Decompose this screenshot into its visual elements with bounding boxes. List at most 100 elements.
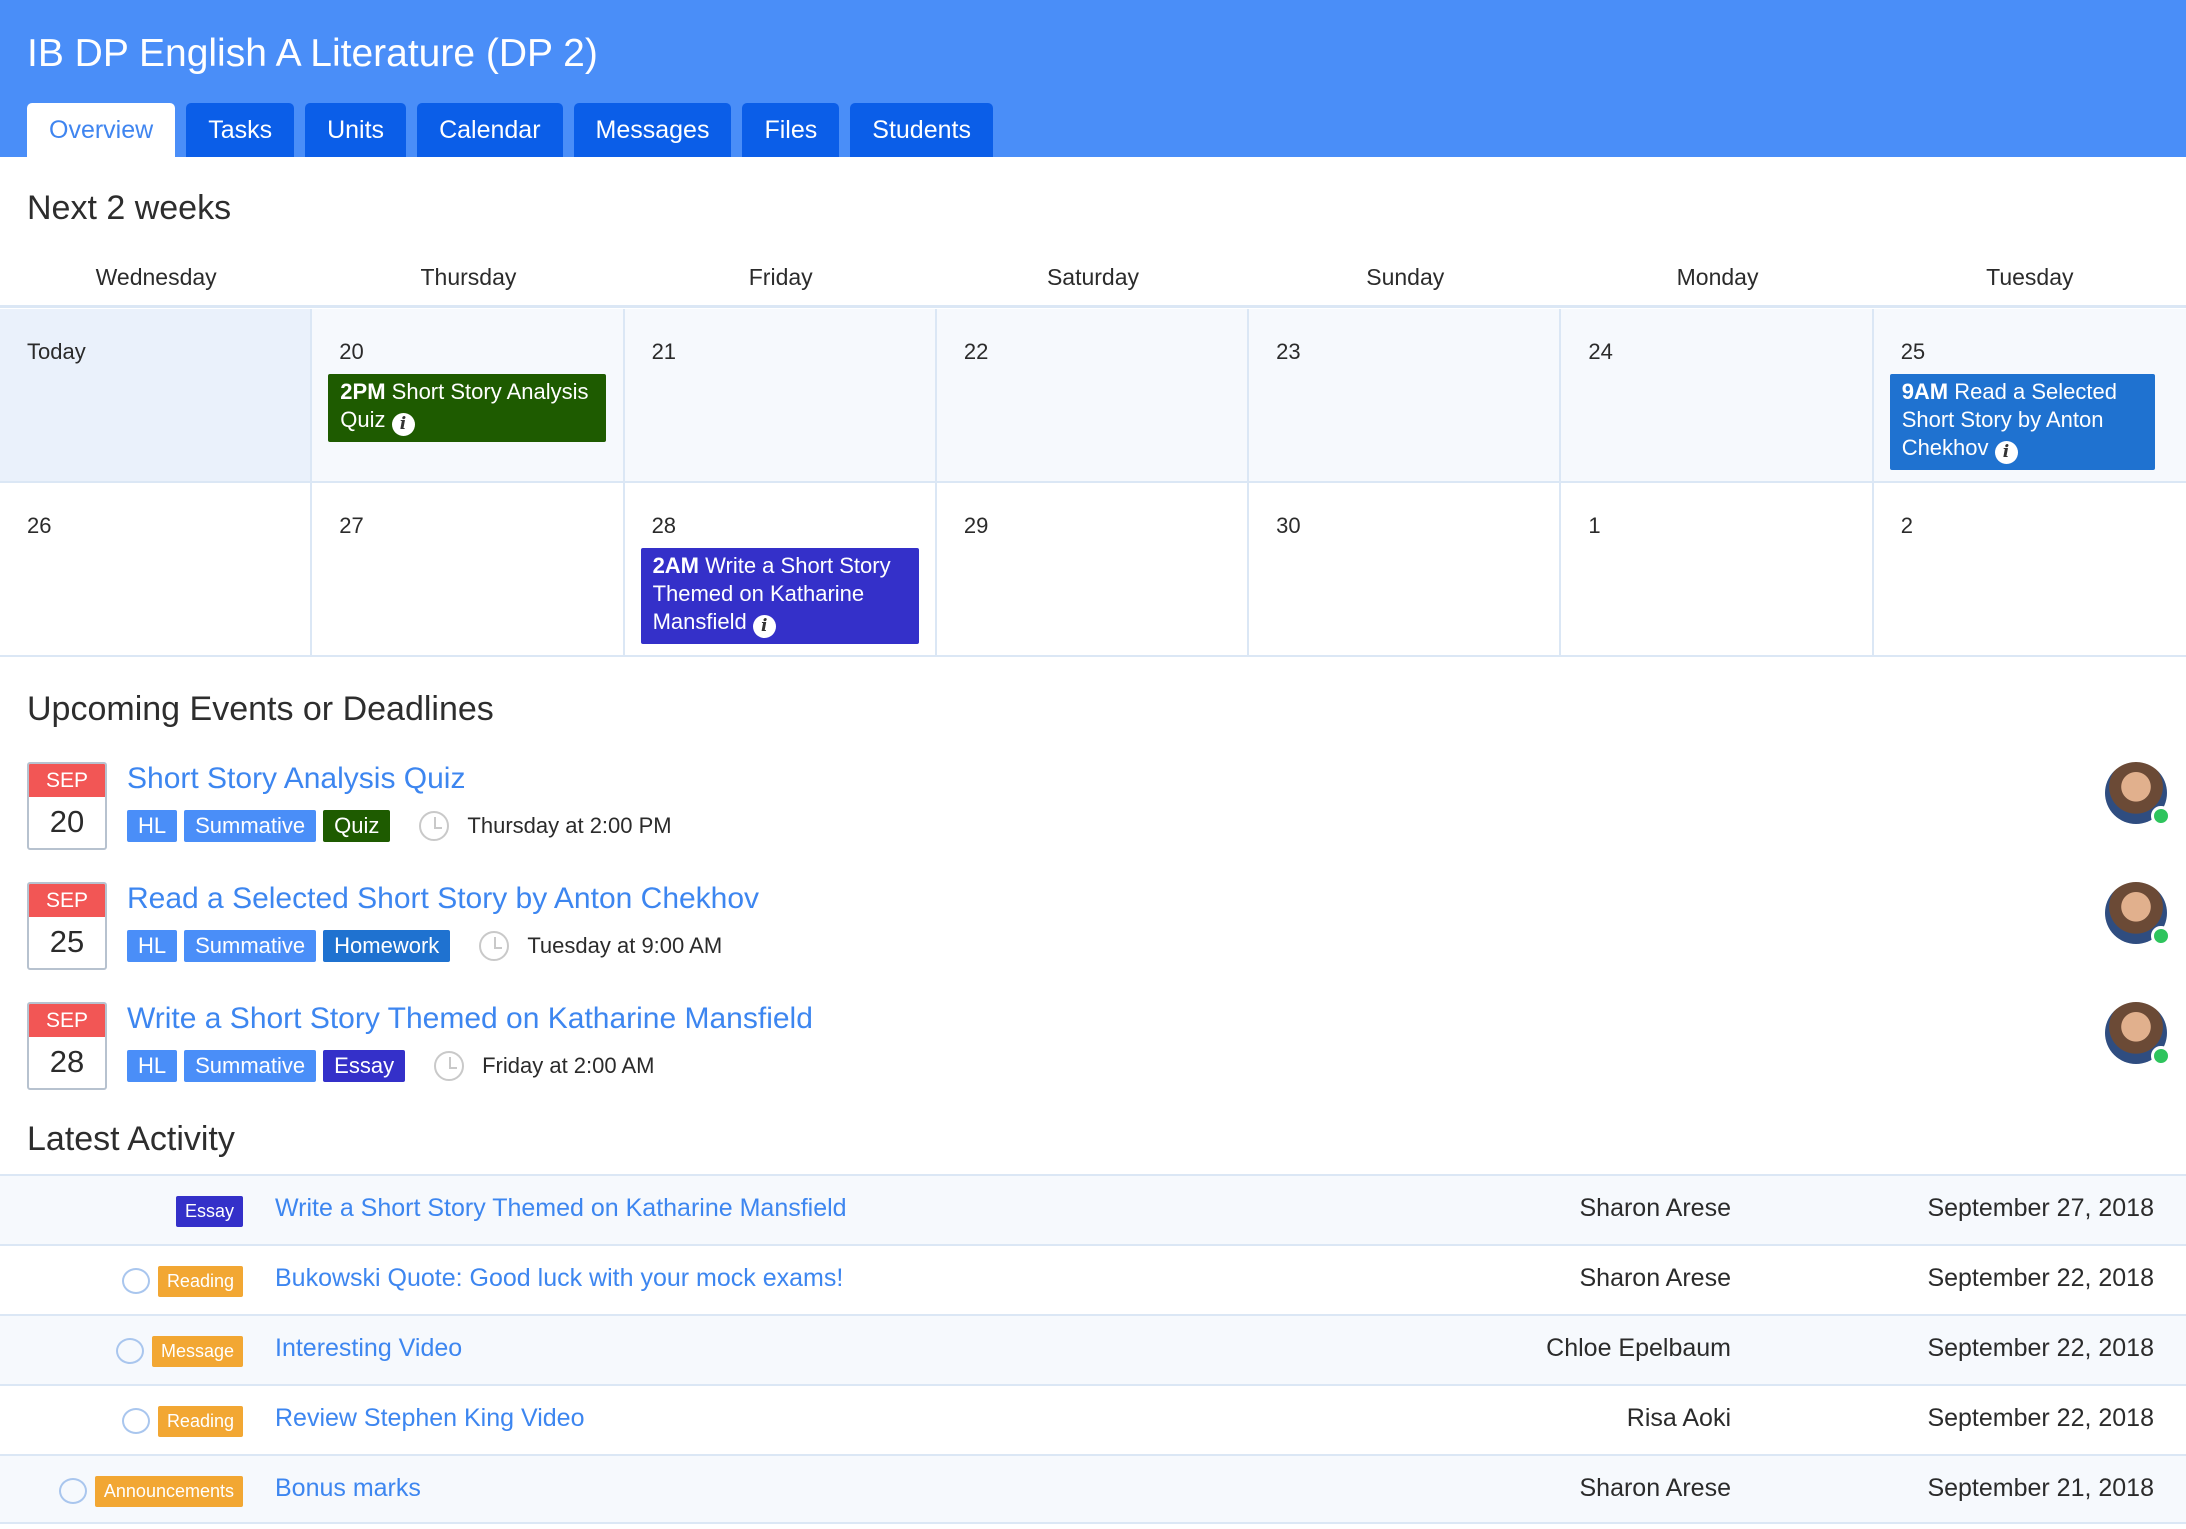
activity-title-link[interactable]: Bukowski Quote: Good luck with your mock… (275, 1264, 843, 1293)
activity-row: Reading Review Stephen King Video Risa A… (0, 1384, 2186, 1454)
weekday-label: Saturday (1046, 264, 1140, 290)
tag-summative: Summative (184, 1050, 317, 1082)
activity-badge: Reading (157, 1405, 243, 1437)
activity-author: Risa Aoki (1626, 1404, 1731, 1432)
activity-list: Essay Write a Short Story Themed on Kath… (0, 1174, 2186, 1524)
activity-title-link[interactable]: Interesting Video (275, 1334, 462, 1363)
date-month: SEP (29, 884, 105, 917)
comment-icon (115, 1338, 144, 1364)
event-title-link[interactable]: Short Story Analysis Quiz (127, 762, 465, 796)
activity-type: Reading (121, 1386, 243, 1456)
calendar-day-cell[interactable]: 20 2PM Short Story Analysis Quiz i (312, 309, 625, 481)
calendar-date: 24 (1588, 339, 1613, 364)
calendar-day-cell[interactable]: 26 (0, 483, 313, 655)
clock-icon (479, 931, 510, 961)
tab-calendar[interactable]: Calendar (417, 103, 563, 157)
calendar-grid: Today 20 2PM Short Story Analysis Quiz i … (0, 309, 2186, 657)
activity-type: Message (115, 1316, 243, 1386)
info-icon[interactable]: i (752, 615, 776, 638)
activity-title-link[interactable]: Bonus marks (275, 1474, 421, 1503)
event-meta: HL Summative Essay Friday at 2:00 AM (127, 1050, 655, 1082)
activity-author: Chloe Epelbaum (1546, 1334, 1731, 1362)
comment-icon (121, 1408, 150, 1434)
tag-task-type: Homework (323, 930, 451, 962)
activity-date: September 22, 2018 (1927, 1264, 2154, 1292)
calendar-date: 28 (651, 513, 677, 538)
weekday-label: Sunday (1366, 264, 1445, 290)
activity-date: September 22, 2018 (1927, 1404, 2154, 1432)
calendar-day-cell[interactable]: 23 (1249, 309, 1562, 481)
next-weeks-heading: Next 2 weeks (27, 189, 232, 227)
tab-units[interactable]: Units (305, 103, 407, 157)
activity-badge: Reading (157, 1265, 243, 1297)
activity-row: Reading Bukowski Quote: Good luck with y… (0, 1244, 2186, 1314)
info-icon[interactable]: i (391, 413, 415, 436)
activity-type: Announcements (58, 1456, 243, 1526)
calendar-day-cell[interactable]: 2 (1874, 483, 2186, 655)
calendar-event[interactable]: 2PM Short Story Analysis Quiz i (328, 374, 607, 442)
calendar-day-cell[interactable]: 30 (1249, 483, 1562, 655)
event-time: Friday at 2:00 AM (482, 1053, 655, 1078)
calendar-date: 29 (963, 513, 989, 538)
calendar-day-cell[interactable]: 27 (312, 483, 625, 655)
calendar-date: 1 (1588, 513, 1601, 538)
calendar-day-cell[interactable]: 29 (937, 483, 1250, 655)
avatar[interactable] (2105, 762, 2171, 826)
calendar-day-cell[interactable]: Today (0, 309, 313, 481)
activity-row: Announcements Bonus marks Sharon Arese S… (0, 1454, 2186, 1524)
calendar-date: 26 (27, 513, 52, 538)
activity-date: September 27, 2018 (1927, 1194, 2154, 1222)
calendar-event[interactable]: 2AM Write a Short Story Themed on Kathar… (640, 548, 919, 644)
tab-tasks[interactable]: Tasks (186, 103, 295, 157)
info-icon[interactable]: i (1994, 441, 2018, 464)
comment-icon (58, 1478, 87, 1504)
upcoming-event: SEP 20 Short Story Analysis Quiz HL Summ… (27, 760, 2171, 880)
calendar-day-cell[interactable]: 1 (1561, 483, 1874, 655)
event-meta: HL Summative Homework Tuesday at 9:00 AM (127, 930, 722, 962)
calendar-week-row: Today 20 2PM Short Story Analysis Quiz i … (0, 309, 2186, 483)
event-title-link[interactable]: Write a Short Story Themed on Katharine … (127, 1002, 813, 1036)
event-meta: HL Summative Quiz Thursday at 2:00 PM (127, 810, 672, 842)
tab-files[interactable]: Files (742, 103, 840, 157)
weekday-label: Friday (748, 264, 813, 290)
activity-date: September 22, 2018 (1927, 1334, 2154, 1362)
latest-activity-heading: Latest Activity (27, 1120, 235, 1158)
calendar-weekday-header: Wednesday Thursday Friday Saturday Sunda… (0, 258, 2186, 308)
avatar[interactable] (2105, 882, 2171, 946)
date-day: 28 (49, 1044, 85, 1079)
calendar-date: 21 (651, 339, 677, 364)
activity-title-link[interactable]: Write a Short Story Themed on Katharine … (275, 1194, 847, 1223)
event-time: 2AM (652, 553, 700, 578)
tag-hl: HL (127, 930, 178, 962)
weekday-label: Wednesday (95, 264, 217, 290)
calendar-date: 23 (1276, 339, 1301, 364)
calendar-day-cell[interactable]: 21 (625, 309, 937, 481)
calendar-day-cell[interactable]: 24 (1561, 309, 1874, 481)
activity-row: Message Interesting Video Chloe Epelbaum… (0, 1314, 2186, 1384)
activity-badge: Message (151, 1335, 243, 1367)
date-day: 25 (49, 924, 85, 959)
calendar-day-cell[interactable]: 25 9AM Read a Selected Short Story by An… (1874, 309, 2186, 481)
activity-badge: Announcements (94, 1475, 243, 1507)
upcoming-event: SEP 25 Read a Selected Short Story by An… (27, 880, 2171, 1000)
activity-author: Sharon Arese (1579, 1264, 1732, 1292)
event-title-link[interactable]: Read a Selected Short Story by Anton Che… (127, 882, 759, 916)
calendar-event[interactable]: 9AM Read a Selected Short Story by Anton… (1889, 374, 2155, 470)
calendar-day-cell[interactable]: 22 (937, 309, 1250, 481)
weekday-label: Thursday (420, 264, 517, 290)
clock-icon (419, 811, 450, 841)
activity-author: Sharon Arese (1579, 1194, 1732, 1222)
activity-badge: Essay (175, 1195, 243, 1227)
tab-overview[interactable]: Overview (27, 103, 176, 157)
tag-summative: Summative (184, 810, 317, 842)
calendar-day-cell[interactable]: 28 2AM Write a Short Story Themed on Kat… (625, 483, 937, 655)
online-status-icon (2151, 1046, 2171, 1066)
activity-title-link[interactable]: Review Stephen King Video (275, 1404, 584, 1433)
upcoming-event: SEP 28 Write a Short Story Themed on Kat… (27, 1000, 2171, 1120)
tab-students[interactable]: Students (850, 103, 993, 157)
tab-messages[interactable]: Messages (573, 103, 732, 157)
avatar[interactable] (2105, 1002, 2171, 1066)
tag-hl: HL (127, 1050, 178, 1082)
tag-task-type: Quiz (323, 810, 391, 842)
activity-type: Essay (175, 1176, 243, 1246)
